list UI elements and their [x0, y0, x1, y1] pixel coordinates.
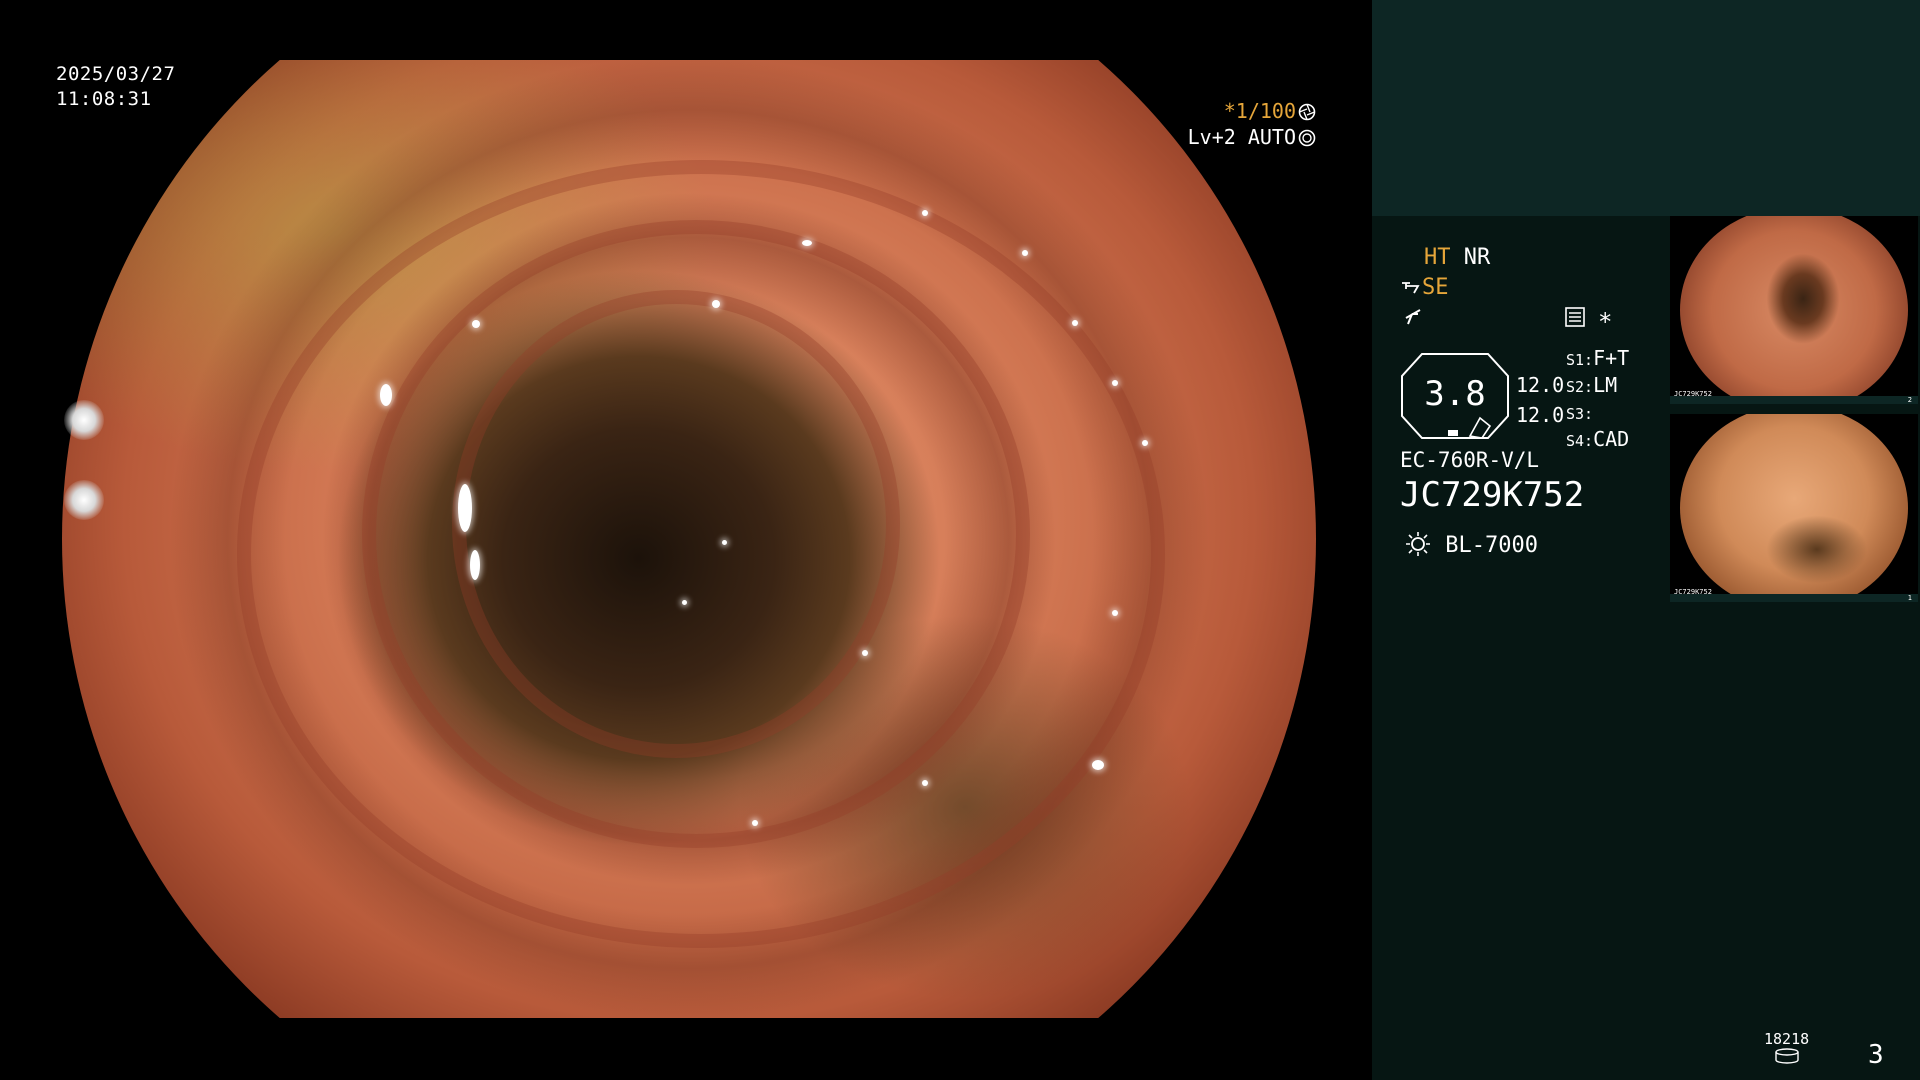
light-source-row: BL-7000 — [1404, 530, 1538, 560]
capture-thumbnail[interactable]: JC729K752 1 — [1670, 414, 1918, 602]
glint — [458, 484, 472, 532]
disk-icon — [1764, 1048, 1809, 1068]
shutter-speed: *1/100 — [1223, 99, 1296, 123]
counter-value: 18218 — [1764, 1030, 1810, 1048]
glint — [1072, 320, 1078, 326]
gain-values: 12.0 12.0 — [1516, 370, 1564, 430]
switch-row: S3: — [1566, 405, 1594, 423]
capture-counter: 18218 — [1764, 1030, 1809, 1068]
se-label: SE — [1422, 275, 1449, 300]
se-row: SE — [1400, 274, 1449, 302]
ht-nr-row: HT NR — [1424, 244, 1490, 272]
iris-mode: AUTO — [1247, 125, 1296, 149]
thumbnail-image — [1680, 216, 1908, 404]
scope-serial: JC729K752 — [1400, 475, 1585, 515]
glint — [472, 320, 480, 328]
date-time-overlay: 2025/03/27 11:08:31 — [56, 62, 175, 112]
glint — [922, 780, 928, 786]
star-marker: * — [1598, 308, 1613, 336]
glint — [1112, 380, 1118, 386]
glint — [802, 240, 812, 246]
switch-row: S2:LM — [1566, 373, 1618, 397]
auto-iris-icon — [1296, 125, 1316, 149]
se-mode-icon — [1400, 275, 1422, 300]
glint — [470, 550, 480, 580]
gain-value-2: 12.0 — [1516, 403, 1565, 427]
thumbnail-number: 1 — [1907, 594, 1912, 602]
thumbnail-number: 2 — [1907, 396, 1912, 404]
glint — [1112, 610, 1118, 616]
switch-row: S4:CAD — [1566, 427, 1630, 451]
glint — [1092, 760, 1104, 770]
scope-model: EC-760R-V/L — [1400, 448, 1540, 472]
glint — [380, 384, 392, 406]
light-source-label: BL-7000 — [1445, 533, 1538, 558]
time-text: 11:08:31 — [56, 88, 152, 110]
light-bulb-icon — [1404, 532, 1432, 558]
thumbnail-bar — [1670, 396, 1918, 404]
page-number: 3 — [1868, 1040, 1884, 1070]
lens-flare — [64, 400, 104, 440]
glint — [862, 650, 868, 656]
glint — [752, 820, 758, 826]
settings-icon — [1564, 306, 1586, 336]
cable-icon — [1402, 304, 1424, 336]
brightness-level: Lv+2 — [1187, 125, 1236, 149]
endoscope-view: 2025/03/27 11:08:31 *1/100 Lv+2 AUTO — [0, 0, 1372, 1080]
glint — [712, 300, 720, 308]
thumbnail-image — [1680, 414, 1908, 602]
glint — [1142, 440, 1148, 446]
ht-label: HT — [1424, 245, 1451, 270]
nr-label: NR — [1463, 245, 1491, 270]
mucosal-fold-inner — [452, 290, 900, 758]
glint — [1022, 250, 1028, 256]
capture-thumbnail[interactable]: JC729K752 2 — [1670, 216, 1918, 404]
thumbnail-bar — [1670, 594, 1918, 602]
switch-row: S1:F+T — [1566, 346, 1630, 370]
gain-value-1: 12.0 — [1516, 373, 1565, 397]
glint — [682, 600, 687, 605]
shutter-overlay: *1/100 Lv+2 AUTO — [1188, 98, 1316, 150]
date-text: 2025/03/27 — [56, 63, 176, 85]
lens-flare — [64, 480, 104, 520]
endoscopic-image — [62, 60, 1316, 1018]
switch-list: S1:F+T S2:LM S3: S4:CAD — [1566, 346, 1629, 454]
shutter-icon — [1296, 99, 1316, 123]
glint — [922, 210, 928, 216]
zoom-value: 3.8 — [1424, 374, 1486, 414]
glint — [722, 540, 727, 545]
panel-header-area — [1372, 0, 1920, 216]
